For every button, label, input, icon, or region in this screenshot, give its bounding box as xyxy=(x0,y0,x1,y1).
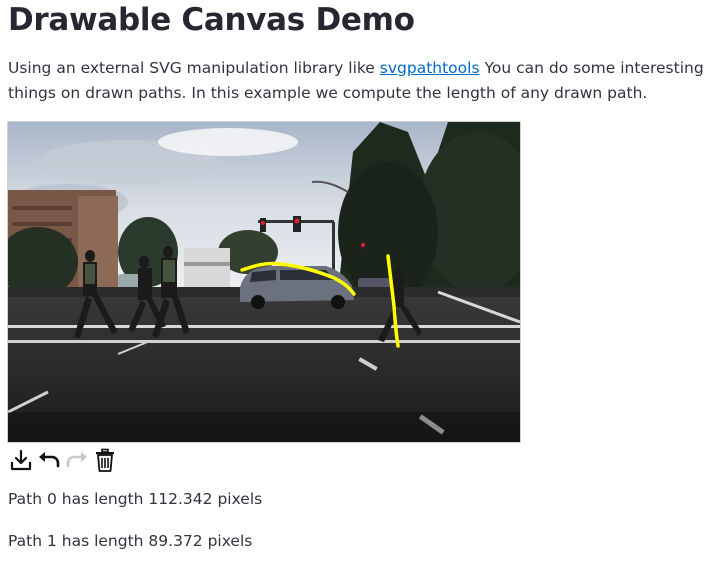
download-icon xyxy=(10,449,32,471)
drawable-canvas[interactable] xyxy=(7,121,521,443)
svgpathtools-link[interactable]: svgpathtools xyxy=(380,59,480,77)
path-length-result: Path 1 has length 89.372 pixels xyxy=(8,532,253,550)
trash-icon xyxy=(96,448,114,472)
undo-button[interactable] xyxy=(36,447,62,473)
page-title: Drawable Canvas Demo xyxy=(8,2,415,38)
intro-text-before-link: Using an external SVG manipulation libra… xyxy=(8,59,380,77)
path-length-result: Path 0 has length 112.342 pixels xyxy=(8,490,263,508)
download-button[interactable] xyxy=(8,447,34,473)
redo-icon xyxy=(66,452,87,468)
delete-button[interactable] xyxy=(92,447,118,473)
canvas-background-image xyxy=(8,122,520,442)
redo-button[interactable] xyxy=(64,447,90,473)
intro-paragraph: Using an external SVG manipulation libra… xyxy=(8,56,714,106)
canvas-toolbar xyxy=(8,446,118,474)
undo-icon xyxy=(39,452,60,468)
